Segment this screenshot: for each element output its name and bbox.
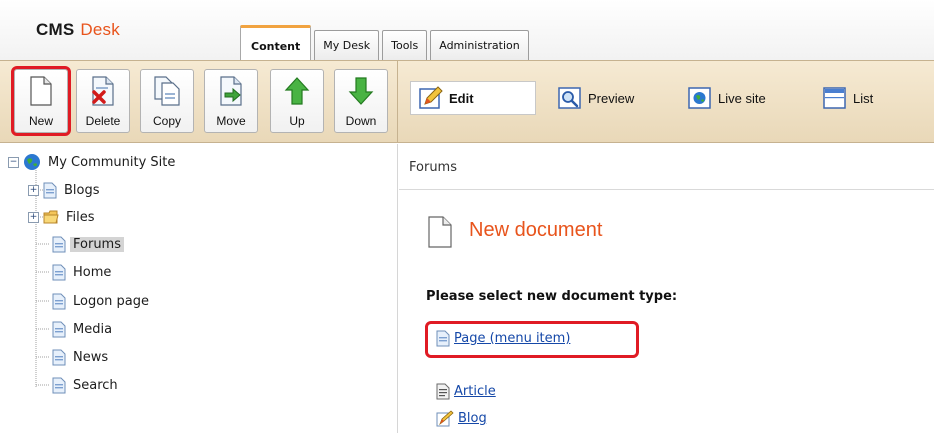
copy-button-label: Copy bbox=[152, 114, 181, 128]
tree-item-label: Search bbox=[73, 377, 118, 393]
up-button-label: Up bbox=[289, 114, 305, 128]
up-button[interactable]: Up bbox=[270, 69, 324, 133]
tree-item-label: Blogs bbox=[64, 182, 100, 198]
preview-magnifier-icon bbox=[558, 87, 581, 109]
preview-view-label: Preview bbox=[588, 90, 635, 106]
new-document-icon bbox=[428, 216, 452, 248]
article-icon bbox=[436, 383, 450, 400]
list-view-label: List bbox=[853, 90, 874, 106]
tree-root-node[interactable]: − My Community Site bbox=[8, 149, 178, 175]
breadcrumb-bar: Forums bbox=[399, 144, 934, 190]
document-type-prompt: Please select new document type: bbox=[426, 289, 678, 304]
folder-icon bbox=[43, 210, 59, 224]
arrow-up-icon bbox=[284, 77, 310, 105]
list-view-button[interactable]: List bbox=[823, 81, 873, 115]
expand-icon[interactable]: + bbox=[28, 211, 39, 223]
header-bar: CMS Desk Content My Desk Tools Administra… bbox=[0, 0, 934, 60]
copy-button[interactable]: Copy bbox=[140, 69, 194, 133]
tree-item-media[interactable]: Media bbox=[52, 316, 115, 342]
blog-icon bbox=[436, 410, 454, 427]
page-icon bbox=[52, 377, 66, 393]
live-site-globe-icon bbox=[688, 87, 711, 109]
tab-tools[interactable]: Tools bbox=[382, 30, 428, 60]
edit-view-label: Edit bbox=[449, 90, 474, 106]
tree-item-blogs[interactable]: + Blogs bbox=[28, 177, 103, 203]
doctype-article-link[interactable]: Article bbox=[436, 383, 496, 400]
tree-item-news[interactable]: News bbox=[52, 344, 111, 370]
tree-root-label: My Community Site bbox=[48, 154, 176, 170]
logo-primary: CMS bbox=[36, 20, 75, 39]
new-button-highlight bbox=[11, 66, 71, 136]
document-actions-toolbar: New Delete Copy Move Up Down bbox=[0, 60, 398, 143]
tree-item-logon-page[interactable]: Logon page bbox=[52, 288, 152, 314]
live-site-view-label: Live site bbox=[718, 90, 766, 106]
tree-item-home[interactable]: Home bbox=[52, 259, 114, 285]
app-logo: CMS Desk bbox=[36, 20, 120, 40]
tree-item-label: News bbox=[73, 349, 109, 365]
page-icon bbox=[43, 182, 57, 198]
page-icon bbox=[52, 293, 66, 309]
page-title: New document bbox=[469, 219, 603, 241]
edit-view-button[interactable]: Edit bbox=[410, 81, 536, 115]
preview-view-button[interactable]: Preview bbox=[558, 81, 634, 115]
doctype-label: Blog bbox=[458, 411, 487, 426]
doctype-blog-link[interactable]: Blog bbox=[436, 410, 487, 427]
tree-item-label: Media bbox=[73, 321, 113, 337]
arrow-down-icon bbox=[348, 77, 374, 105]
content-tree: − My Community Site + Blogs + Files Foru… bbox=[0, 144, 398, 433]
tree-item-label: Logon page bbox=[73, 293, 150, 309]
expand-icon[interactable]: + bbox=[28, 184, 39, 196]
down-button[interactable]: Down bbox=[334, 69, 388, 133]
tree-item-label: Forums bbox=[70, 236, 124, 252]
list-view-icon bbox=[823, 87, 846, 109]
page-icon bbox=[52, 349, 66, 365]
delete-document-icon bbox=[92, 76, 114, 106]
page-menu-item-highlight bbox=[425, 321, 639, 358]
logo-secondary: Desk bbox=[80, 20, 120, 39]
tab-administration[interactable]: Administration bbox=[430, 30, 529, 60]
tab-my-desk[interactable]: My Desk bbox=[314, 30, 380, 60]
page-icon bbox=[52, 236, 66, 252]
doctype-label: Article bbox=[454, 384, 496, 399]
view-mode-toolbar: Edit Preview Live site List bbox=[398, 60, 934, 143]
collapse-icon[interactable]: − bbox=[8, 156, 19, 168]
globe-icon bbox=[24, 154, 40, 170]
tree-item-forums[interactable]: Forums bbox=[52, 231, 124, 257]
move-document-icon bbox=[220, 76, 242, 106]
live-site-view-button[interactable]: Live site bbox=[688, 81, 766, 115]
down-button-label: Down bbox=[345, 114, 377, 128]
tree-item-label: Files bbox=[66, 209, 95, 225]
page-icon bbox=[52, 264, 66, 280]
tab-content[interactable]: Content bbox=[240, 25, 312, 60]
tree-item-files[interactable]: + Files bbox=[28, 204, 98, 230]
page-icon bbox=[52, 321, 66, 337]
tree-item-label: Home bbox=[73, 264, 112, 280]
move-button[interactable]: Move bbox=[204, 69, 258, 133]
main-tabs: Content My Desk Tools Administration bbox=[240, 25, 532, 60]
delete-button-label: Delete bbox=[85, 114, 121, 128]
copy-document-icon bbox=[154, 76, 180, 106]
main-content: Forums New document Please select new do… bbox=[399, 144, 934, 433]
delete-button[interactable]: Delete bbox=[76, 69, 130, 133]
edit-pencil-icon bbox=[419, 86, 443, 109]
tree-item-search[interactable]: Search bbox=[52, 372, 121, 398]
move-button-label: Move bbox=[216, 114, 246, 128]
breadcrumb: Forums bbox=[409, 160, 457, 175]
